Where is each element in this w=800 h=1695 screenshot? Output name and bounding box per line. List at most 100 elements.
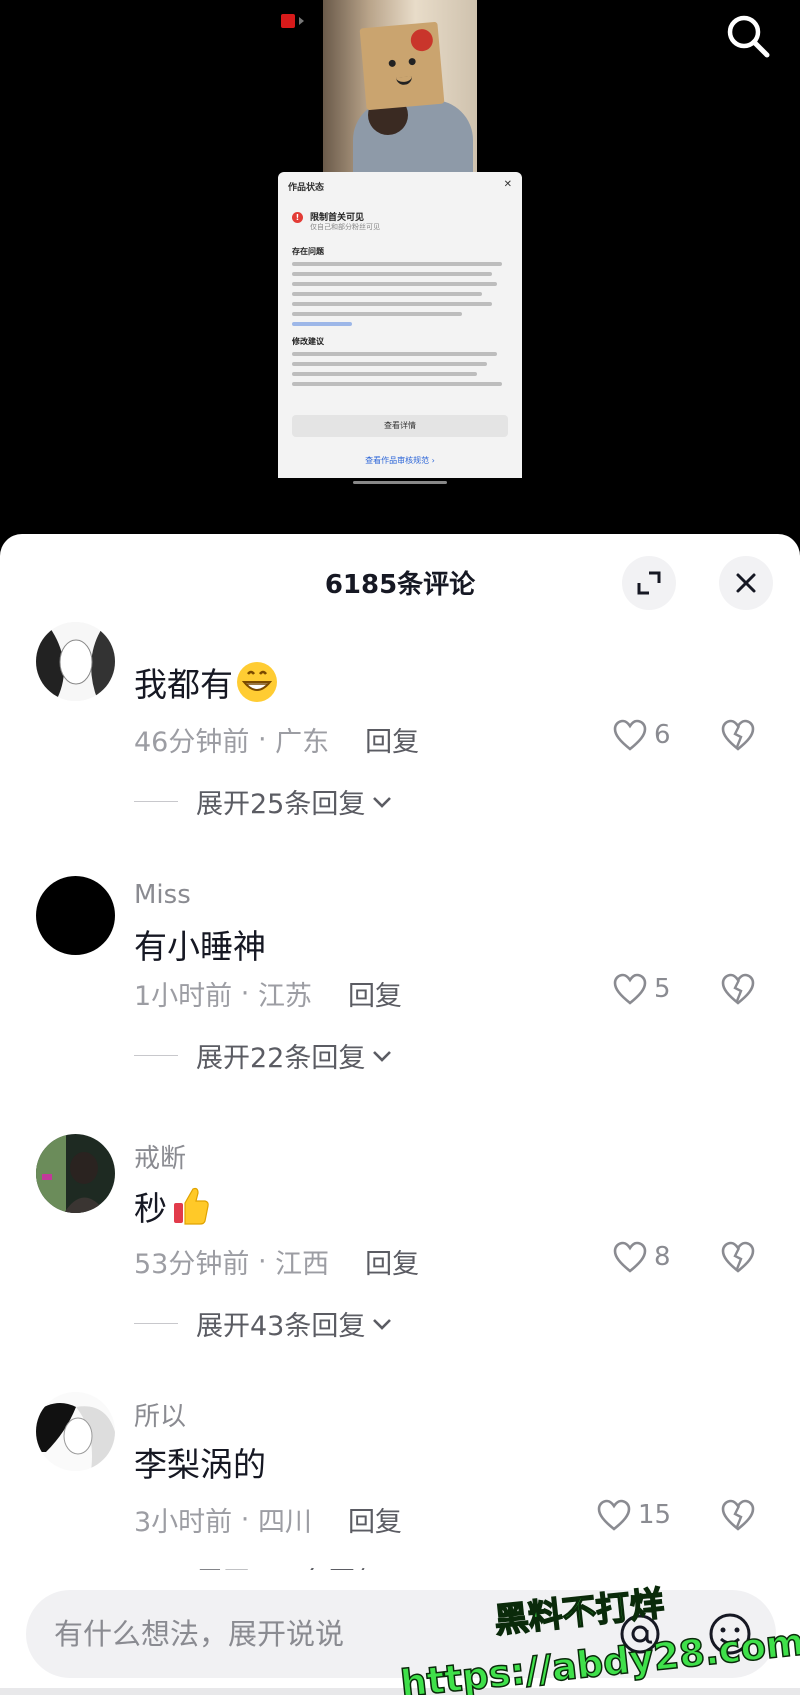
broken-heart-icon [721,1499,755,1531]
avatar-image [36,622,115,701]
comment-list[interactable]: 我都有 46分钟前 · 广东 回复 6 展开25条回复 Miss 有小睡神 1小… [0,622,800,1570]
emoji-button[interactable] [706,1610,754,1658]
video-frame-photo [323,0,477,172]
comment-meta: 1小时前 · 江苏 回复 [134,974,402,1013]
expand-replies-button[interactable]: 展开25条回复 [134,782,393,821]
like-button[interactable]: 5 [612,972,671,1006]
comment-item: Miss 有小睡神 1小时前 · 江苏 回复 5 展开22条回复 [0,876,800,1134]
comment-time: 46分钟前 [134,727,250,758]
reply-button[interactable]: 回复 [365,1242,419,1281]
suggest-section-title: 修改建议 [292,337,324,346]
meta-separator: · [249,724,276,755]
comment-input[interactable] [54,1590,574,1678]
comment-text: 秒 [134,1182,211,1230]
avatar[interactable] [36,1392,115,1471]
meta-separator: · [232,978,258,1009]
expand-replies-button[interactable]: 展开22条回复 [134,1036,393,1075]
comment-location: 四川 [257,1507,312,1538]
dislike-button[interactable] [720,1498,756,1536]
expand-icon [637,571,661,595]
dislike-button[interactable] [720,972,756,1010]
like-count: 8 [654,1242,671,1272]
like-button[interactable]: 8 [612,1240,671,1274]
dislike-button[interactable] [720,1240,756,1278]
mention-button[interactable] [616,1610,664,1658]
status-banner-subtitle: 仅自己和部分粉丝可见 [310,223,380,231]
comment-input-bar [26,1590,776,1678]
comment-username[interactable]: 所以 [134,1396,186,1433]
like-count: 15 [638,1500,672,1530]
at-icon [620,1614,660,1654]
status-sheet-close-icon: ✕ [503,179,512,190]
expand-replies-button[interactable]: 展开43条回复 [134,1304,393,1343]
comment-meta: 53分钟前 · 江西 回复 [134,1242,419,1281]
comment-meta: 46分钟前 · 广东 回复 [134,720,419,759]
comment-meta: 3小时前 · 四川 回复 [134,1500,402,1539]
meta-separator: · [249,1246,276,1277]
comment-time: 3小时前 [134,1507,233,1538]
comment-text-content: 有小睡神 [134,927,266,966]
comment-location: 广东 [275,727,330,758]
like-count: 5 [654,974,671,1004]
status-sheet-title: 作品状态 [288,183,325,193]
reply-button[interactable]: 回复 [348,1500,402,1539]
comment-text-content: 我都有 [134,665,233,704]
comments-panel: 6185条评论 我都有 46分钟前 · 广东 回复 6 展开25条回复 Miss… [0,534,800,1695]
avatar[interactable] [36,1134,115,1213]
comment-text: 我都有 [134,658,279,706]
heart-icon [597,1499,631,1531]
like-button[interactable]: 15 [596,1498,671,1532]
heart-icon [613,719,647,751]
chevron-down-icon [373,1050,392,1062]
comment-text: 有小睡神 [134,920,266,968]
comments-count-title: 6185条评论 [324,570,476,600]
chevron-down-icon [373,796,392,808]
video-home-indicator [353,481,447,484]
comment-time: 53分钟前 [134,1249,250,1280]
comment-username[interactable]: 戒断 [134,1138,186,1175]
expand-replies-button[interactable]: 展开122条回复 [134,1560,411,1570]
avatar-image [36,1134,115,1213]
view-details-button: 查看详情 [292,415,508,437]
avatar[interactable] [36,876,115,955]
live-indicator-icon [281,14,304,28]
like-button[interactable]: 6 [612,718,671,752]
avatar-image [36,1392,115,1471]
avatar[interactable] [36,622,115,701]
reply-button[interactable]: 回复 [365,720,419,759]
review-guideline-link: 查看作品审核规范 › [365,456,435,465]
broken-heart-icon [721,1241,755,1273]
comment-location: 江苏 [257,981,312,1012]
comment-text-content: 秒 [134,1189,167,1228]
expand-panel-button[interactable] [622,556,676,610]
smiley-icon [709,1613,751,1655]
content-status-sheet: 作品状态 ✕ ! 限制首关可见 仅自己和部分粉丝可见 存在问题 修改建议 查看详… [278,172,522,478]
expand-replies-label: 展开122条回复 [196,1560,383,1570]
grin-emoji-icon [235,660,279,704]
warning-icon: ! [292,212,303,223]
expand-replies-label: 展开22条回复 [196,1043,366,1074]
comment-username[interactable]: Miss [134,880,191,910]
bottom-strip [0,1688,800,1695]
comment-location: 江西 [275,1249,330,1280]
reply-button[interactable]: 回复 [348,974,402,1013]
comment-item: 戒断 秒 53分钟前 · 江西 回复 8 展开43条回复 [0,1134,800,1392]
broken-heart-icon [721,973,755,1005]
dislike-button[interactable] [720,718,756,756]
chevron-down-icon [373,1318,392,1330]
comment-time: 1小时前 [134,981,233,1012]
heart-icon [613,973,647,1005]
close-icon [736,573,756,593]
issue-section-title: 存在问题 [292,247,324,256]
meta-separator: · [232,1504,258,1535]
close-panel-button[interactable] [719,556,773,610]
broken-heart-icon [721,719,755,751]
status-banner: ! 限制首关可见 仅自己和部分粉丝可见 [292,208,508,236]
search-button[interactable] [720,8,776,64]
search-icon [727,15,770,58]
video-player[interactable]: 作品状态 ✕ ! 限制首关可见 仅自己和部分粉丝可见 存在问题 修改建议 查看详… [0,0,800,540]
expand-replies-label: 展开25条回复 [196,789,366,820]
like-count: 6 [654,720,671,750]
comment-item: 我都有 46分钟前 · 广东 回复 6 展开25条回复 [0,622,800,820]
comment-text-content: 李梨涡的 [134,1445,266,1484]
